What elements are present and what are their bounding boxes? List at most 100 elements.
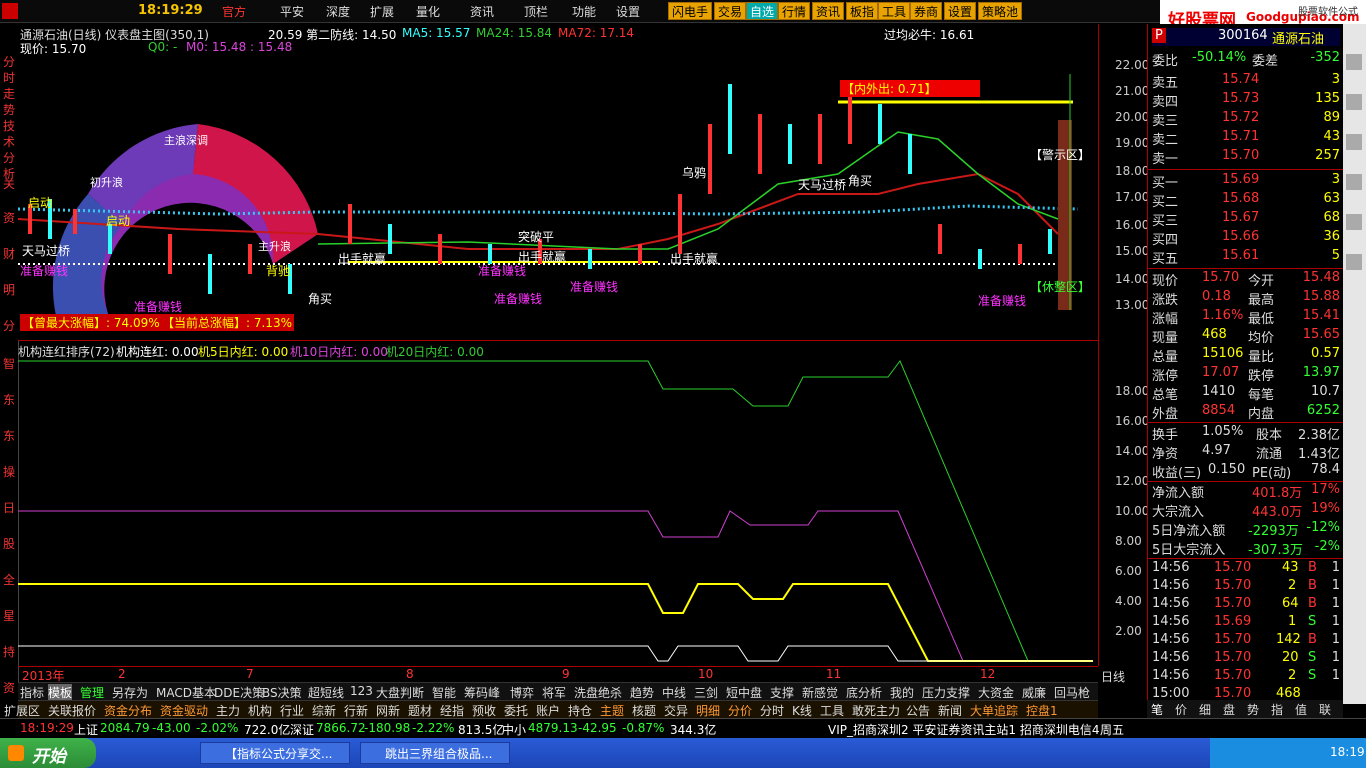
qtab[interactable]: 笔 <box>1151 701 1163 718</box>
tool-icon[interactable] <box>1346 94 1362 110</box>
menu-pingan[interactable]: 平安 <box>280 3 304 20</box>
ltab-15[interactable]: 星 <box>1 608 17 624</box>
tab-123[interactable]: 123 <box>350 684 373 698</box>
ltab-9[interactable]: 东 <box>1 392 17 408</box>
tab-account[interactable]: 账户 <box>536 702 560 719</box>
tab-exchange[interactable]: 交异 <box>664 702 688 719</box>
tab-smart[interactable]: 智能 <box>432 684 456 701</box>
tab-news1[interactable]: 综新 <box>312 702 336 719</box>
tab-kline[interactable]: K线 <box>792 702 812 719</box>
tab-related[interactable]: 关联报价 <box>48 702 96 719</box>
tab-extend-zone[interactable]: 扩展区 <box>4 702 40 719</box>
btn-watchlist[interactable]: 自选 <box>746 2 779 20</box>
tab-mid[interactable]: 中线 <box>662 684 686 701</box>
tab-news3[interactable]: 网新 <box>376 702 400 719</box>
menu-quant[interactable]: 量化 <box>416 3 440 20</box>
tab-newfeel[interactable]: 新感觉 <box>802 684 838 701</box>
ltab-6[interactable]: 明 <box>1 282 17 298</box>
qtab[interactable]: 细 <box>1199 701 1211 718</box>
tab-announce[interactable]: 公告 <box>906 702 930 719</box>
menu-info[interactable]: 资讯 <box>470 3 494 20</box>
ltab-17[interactable]: 资 <box>1 680 17 696</box>
tab-econ[interactable]: 经指 <box>440 702 464 719</box>
start-button[interactable]: 开始 <box>0 738 96 768</box>
server-list[interactable]: VIP_招商深圳2 平安证券资讯主站1 招商深圳电信4 <box>828 721 1100 738</box>
tab-price-split[interactable]: 分价 <box>728 702 752 719</box>
main-kline-chart[interactable]: 通源石油(日线) 仪表盘主图(350,1) 20.59 第二防线: 14.50 … <box>18 24 1098 340</box>
ltab-5[interactable]: 财 <box>1 246 17 262</box>
btn-trade[interactable]: 交易 <box>714 2 747 20</box>
tab-dde[interactable]: DDE决策 <box>214 684 264 701</box>
tab-topic[interactable]: 主题 <box>600 702 624 719</box>
tab-short[interactable]: 超短线 <box>308 684 344 701</box>
qtab[interactable]: 值 <box>1295 701 1307 718</box>
tab-williams[interactable]: 威廉 <box>1022 684 1046 701</box>
tab-fund-dist[interactable]: 资金分布 <box>104 702 152 719</box>
tab-mine[interactable]: 我的 <box>890 684 914 701</box>
tab-3sword[interactable]: 三剑 <box>694 684 718 701</box>
btn-news[interactable]: 资讯 <box>812 2 845 20</box>
tab-shortmid[interactable]: 短中盘 <box>726 684 762 701</box>
qtab[interactable]: 盘 <box>1223 701 1235 718</box>
menu-official[interactable]: 官方 <box>222 3 246 20</box>
tab-news2[interactable]: 行新 <box>344 702 368 719</box>
menu-settings[interactable]: 设置 <box>616 3 640 20</box>
qtab[interactable]: 联 <box>1319 701 1331 718</box>
tool-icon[interactable] <box>1346 54 1362 70</box>
ltab-14[interactable]: 全 <box>1 572 17 588</box>
tab-game[interactable]: 博弈 <box>510 684 534 701</box>
tool-icon[interactable] <box>1346 174 1362 190</box>
tab-detail[interactable]: 明细 <box>696 702 720 719</box>
period-label[interactable]: 日线 <box>1101 668 1125 685</box>
btn-settings2[interactable]: 设置 <box>944 2 977 20</box>
btn-tools[interactable]: 工具 <box>878 2 911 20</box>
tab-market[interactable]: 大盘判断 <box>376 684 424 701</box>
tray-clock[interactable]: 18:19 <box>1330 745 1365 759</box>
tool-icon[interactable] <box>1346 214 1362 230</box>
tab-chips[interactable]: 筹码峰 <box>464 684 500 701</box>
tab-industry[interactable]: 行业 <box>280 702 304 719</box>
tab-coretopic[interactable]: 核题 <box>632 702 656 719</box>
task-item[interactable]: 跳出三界组合极品... <box>360 742 510 764</box>
btn-quotes[interactable]: 行情 <box>778 2 811 20</box>
sz-label[interactable]: 深证 <box>290 721 314 738</box>
tab-manage[interactable]: 管理 <box>80 684 104 701</box>
tool-icon[interactable] <box>1346 254 1362 270</box>
ltab-12[interactable]: 日 <box>1 500 17 516</box>
tab-newsfeed[interactable]: 新闻 <box>938 702 962 719</box>
ltab-8[interactable]: 智 <box>1 356 17 372</box>
btn-flash-trade[interactable]: 闪电手 <box>668 2 713 20</box>
zx-label[interactable]: 中小 <box>502 721 526 738</box>
btn-strategy-pool[interactable]: 策略池 <box>978 2 1023 20</box>
ltab-4[interactable]: 资 <box>1 210 17 226</box>
ltab-3[interactable]: 关 <box>1 176 17 192</box>
ltab-10[interactable]: 东 <box>1 428 17 444</box>
tab-position[interactable]: 持仓 <box>568 702 592 719</box>
tab-main-force[interactable]: 主力 <box>216 702 240 719</box>
tab-intraday[interactable]: 分时 <box>760 702 784 719</box>
tab-template[interactable]: 模板 <box>48 684 73 701</box>
tab-fund-drive[interactable]: 资金驱动 <box>160 702 208 719</box>
ltab-13[interactable]: 股 <box>1 536 17 552</box>
tab-indicator[interactable]: 指标 <box>20 684 44 701</box>
task-item[interactable]: 【指标公式分享交... <box>200 742 350 764</box>
qtab[interactable]: 势 <box>1247 701 1259 718</box>
tab-forecast[interactable]: 预收 <box>472 702 496 719</box>
menu-function[interactable]: 功能 <box>572 3 596 20</box>
tab-wash[interactable]: 洗盘绝杀 <box>574 684 622 701</box>
tool-icon[interactable] <box>1346 134 1362 150</box>
tab-bs[interactable]: BS决策 <box>262 684 302 701</box>
menu-topbar[interactable]: 顶栏 <box>524 3 548 20</box>
tab-general[interactable]: 将军 <box>542 684 566 701</box>
tab-dare[interactable]: 敢死主力 <box>852 702 900 719</box>
tab-theme[interactable]: 题材 <box>408 702 432 719</box>
ltab-16[interactable]: 持 <box>1 644 17 660</box>
tab-support[interactable]: 支撑 <box>770 684 794 701</box>
tab-pressure[interactable]: 压力支撑 <box>922 684 970 701</box>
qtab[interactable]: 指 <box>1271 701 1283 718</box>
menu-extend[interactable]: 扩展 <box>370 3 394 20</box>
sh-label[interactable]: 上证 <box>74 721 98 738</box>
tab-trend[interactable]: 趋势 <box>630 684 654 701</box>
btn-broker[interactable]: 券商 <box>910 2 943 20</box>
tab-order[interactable]: 委托 <box>504 702 528 719</box>
